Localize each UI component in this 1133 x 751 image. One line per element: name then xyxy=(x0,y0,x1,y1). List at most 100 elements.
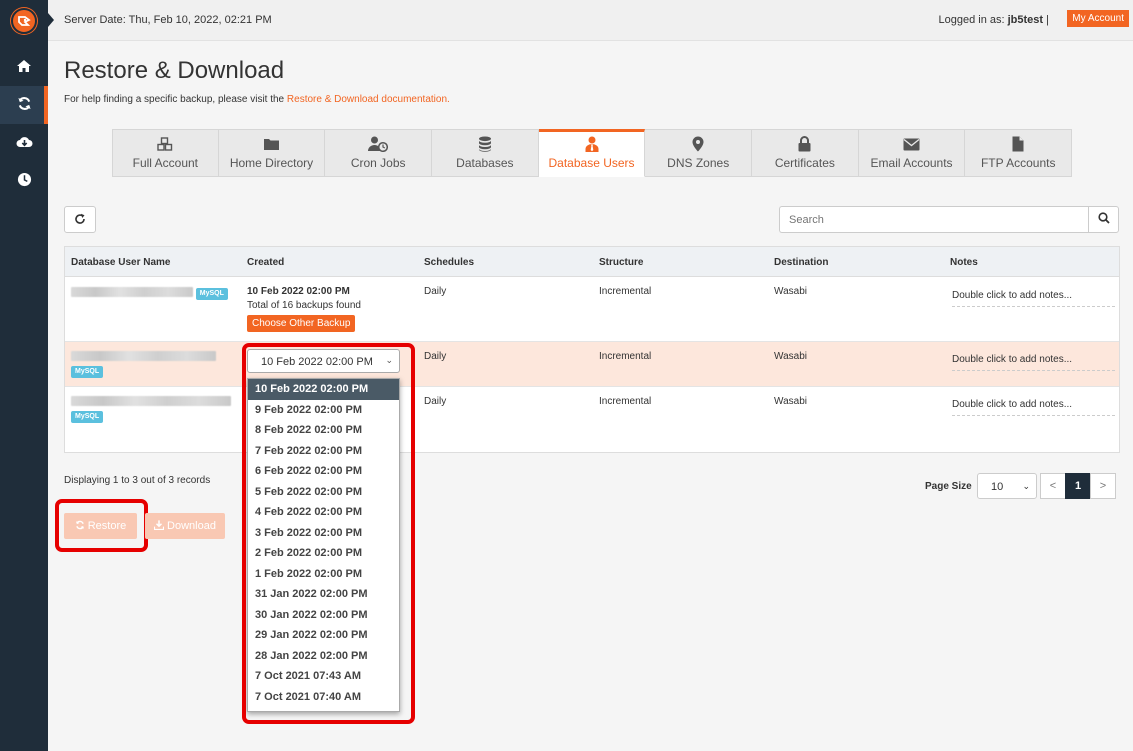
current-page[interactable]: 1 xyxy=(1065,473,1091,499)
records-count: Displaying 1 to 3 out of 3 records xyxy=(64,475,211,486)
destination-cell: Wasabi xyxy=(774,286,807,297)
column-header[interactable]: Structure xyxy=(599,257,643,268)
database-icon xyxy=(478,135,492,153)
page-size-select[interactable]: 10 ⌄ xyxy=(977,473,1037,499)
tab-database-users[interactable]: Database Users xyxy=(538,129,646,177)
tab-label: Cron Jobs xyxy=(350,156,406,170)
destination-cell: Wasabi xyxy=(774,351,807,362)
table-row[interactable]: MySQL 10 Feb 2022 02:00 PM Total of 16 b… xyxy=(65,277,1119,342)
page-size-value: 10 xyxy=(991,481,1004,493)
schedule-cell: Daily xyxy=(424,286,447,297)
backup-count: Total of 16 backups found xyxy=(247,300,361,311)
tab-label: Certificates xyxy=(774,156,835,170)
sidebar-item-schedule[interactable] xyxy=(0,162,48,200)
sidebar-item-download[interactable] xyxy=(0,124,48,162)
cloud-download-icon xyxy=(16,135,33,152)
redacted-username xyxy=(71,351,216,362)
tab-label: DNS Zones xyxy=(667,156,730,170)
tab-dns-zones[interactable]: DNS Zones xyxy=(645,129,753,177)
sidebar-item-restore[interactable] xyxy=(0,86,48,124)
search-icon xyxy=(1097,212,1110,227)
sidebar xyxy=(0,0,48,751)
refresh-icon xyxy=(74,212,86,228)
help-text: For help finding a specific backup, plea… xyxy=(64,94,450,105)
created-cell: 10 Feb 2022 02:00 PM Total of 16 backups… xyxy=(247,286,361,332)
search-input[interactable] xyxy=(779,206,1088,233)
tab-label: Home Directory xyxy=(229,156,314,170)
structure-cell: Incremental xyxy=(599,351,652,362)
next-page-button[interactable]: > xyxy=(1090,473,1116,499)
download-button[interactable]: Download xyxy=(145,513,225,539)
tab-label: Database Users xyxy=(548,156,635,170)
logo[interactable] xyxy=(0,0,48,42)
user-name-cell: MySQL xyxy=(71,287,228,300)
tab-certificates[interactable]: Certificates xyxy=(752,129,859,177)
username: jb5test xyxy=(1007,14,1044,26)
schedule-cell: Daily xyxy=(424,351,447,362)
tab-ftp-accounts[interactable]: FTP Accounts xyxy=(965,129,1073,177)
user-name-cell: MySQL xyxy=(71,351,216,378)
table-row[interactable]: MySQL Daily Incremental Wasabi Double cl… xyxy=(65,387,1119,432)
chevron-down-icon: ⌄ xyxy=(1022,481,1030,491)
mysql-badge: MySQL xyxy=(71,366,104,378)
notes-cell[interactable]: Double click to add notes... xyxy=(952,354,1115,371)
server-date: Server Date: Thu, Feb 10, 2022, 02:21 PM xyxy=(64,14,272,26)
lock-icon xyxy=(798,135,811,153)
refresh-button[interactable] xyxy=(64,206,96,233)
tab-cron-jobs[interactable]: Cron Jobs xyxy=(325,129,433,177)
tab-label: Email Accounts xyxy=(870,156,953,170)
home-icon xyxy=(16,59,32,76)
restore-button[interactable]: Restore xyxy=(64,513,137,539)
redacted-username xyxy=(71,287,193,298)
tab-databases[interactable]: Databases xyxy=(432,129,539,177)
clock-icon xyxy=(17,172,32,190)
download-label: Download xyxy=(167,520,216,532)
logged-in-label: Logged in as: xyxy=(938,14,1005,26)
highlight-box-dropdown xyxy=(242,343,415,724)
column-header[interactable]: Database User Name xyxy=(71,257,171,268)
sync-icon xyxy=(17,96,32,114)
choose-other-backup-button[interactable]: Choose Other Backup xyxy=(247,315,356,332)
tab-home-directory[interactable]: Home Directory xyxy=(218,129,326,177)
redacted-username xyxy=(71,396,231,407)
tab-label: FTP Accounts xyxy=(980,156,1056,170)
schedule-cell: Daily xyxy=(424,396,447,407)
backup-type-tabs: Full Account Home Directory Cron Jobs Da… xyxy=(112,129,1073,177)
pagination: < 1 > xyxy=(1040,473,1116,499)
table-header: Database User Name Created Schedules Str… xyxy=(65,247,1119,277)
column-header[interactable]: Created xyxy=(247,257,284,268)
page-title: Restore & Download xyxy=(64,57,285,84)
tab-label: Full Account xyxy=(132,156,199,170)
notes-cell[interactable]: Double click to add notes... xyxy=(952,399,1115,416)
search-button[interactable] xyxy=(1088,206,1119,233)
documentation-link[interactable]: Restore & Download documentation. xyxy=(287,94,450,105)
map-marker-icon xyxy=(692,135,704,153)
user-name-cell: MySQL xyxy=(71,396,231,423)
column-header[interactable]: Destination xyxy=(774,257,828,268)
structure-cell: Incremental xyxy=(599,396,652,407)
my-account-button[interactable]: My Account xyxy=(1067,10,1129,27)
mysql-badge: MySQL xyxy=(195,288,228,300)
tab-label: Databases xyxy=(456,156,514,170)
sidebar-item-home[interactable] xyxy=(0,48,48,86)
destination-cell: Wasabi xyxy=(774,396,807,407)
page-size-label: Page Size xyxy=(925,481,972,492)
tab-full-account[interactable]: Full Account xyxy=(112,129,219,177)
structure-cell: Incremental xyxy=(599,286,652,297)
prev-page-button[interactable]: < xyxy=(1040,473,1066,499)
column-header[interactable]: Notes xyxy=(950,257,978,268)
sync-icon xyxy=(75,520,85,533)
cubes-icon xyxy=(157,135,173,153)
user-tie-icon xyxy=(585,135,599,153)
separator: | xyxy=(1046,14,1049,26)
envelope-icon xyxy=(903,135,920,153)
tab-email-accounts[interactable]: Email Accounts xyxy=(858,129,966,177)
file-icon xyxy=(1012,135,1024,153)
logged-in-info: Logged in as: jb5test | xyxy=(938,14,1049,26)
user-clock-icon xyxy=(368,135,389,153)
column-header[interactable]: Schedules xyxy=(424,257,474,268)
help-text-label: For help finding a specific backup, plea… xyxy=(64,94,285,105)
logo-icon xyxy=(11,8,37,34)
table-row[interactable]: MySQL Daily Incremental Wasabi Double cl… xyxy=(65,342,1119,387)
notes-cell[interactable]: Double click to add notes... xyxy=(952,290,1115,307)
